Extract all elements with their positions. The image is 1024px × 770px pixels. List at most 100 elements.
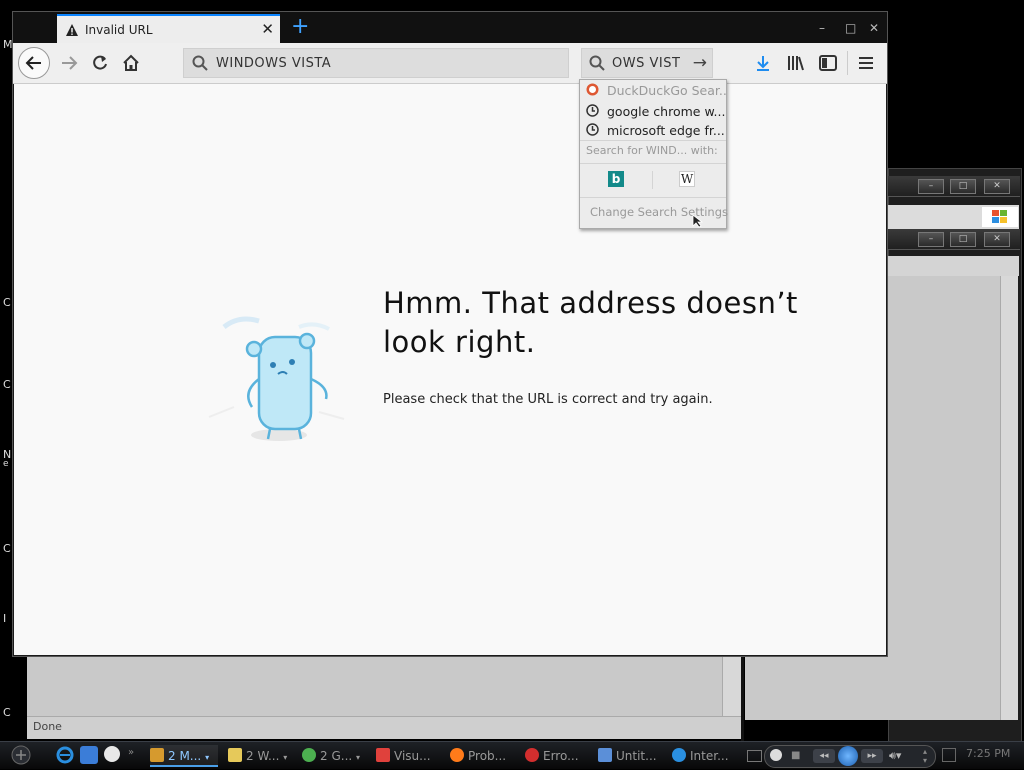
- suggestion-item[interactable]: DuckDuckGo Sear...: [580, 81, 726, 100]
- forward-arrow-icon: [62, 56, 78, 70]
- taskbar-item-label: 2 M...: [168, 749, 202, 763]
- background-window-titlebar[interactable]: – □ ✕: [888, 229, 1020, 250]
- close-button[interactable]: ✕: [984, 232, 1010, 247]
- background-window-titlebar[interactable]: – □ ✕: [888, 176, 1020, 197]
- back-button[interactable]: [18, 47, 50, 79]
- reload-button[interactable]: [86, 49, 114, 77]
- suggestion-item[interactable]: google chrome w...: [580, 102, 726, 121]
- taskbar-item[interactable]: Inter...: [672, 745, 742, 767]
- search-icon: [589, 55, 605, 71]
- tab-close-icon[interactable]: ✕: [261, 20, 274, 38]
- previous-icon[interactable]: ◂◂: [813, 749, 835, 763]
- plus-icon[interactable]: +: [291, 15, 309, 39]
- opera-icon: [525, 748, 539, 762]
- desktop-icon-label: C: [3, 542, 11, 555]
- suggestion-item[interactable]: microsoft edge fr...: [580, 121, 726, 140]
- navigation-toolbar: WINDOWS VISTA OWS VIST →: [13, 43, 887, 84]
- hamburger-menu-icon: [859, 57, 873, 69]
- bing-engine-button[interactable]: b: [608, 171, 624, 187]
- stop-icon[interactable]: ■: [791, 750, 800, 761]
- chevron-right-icon[interactable]: »: [128, 747, 134, 758]
- change-search-settings-button[interactable]: Change Search Settings: [590, 205, 728, 219]
- show-desktop-icon[interactable]: [80, 746, 98, 764]
- separator: [580, 163, 726, 164]
- suggestion-label: microsoft edge fr...: [607, 123, 725, 138]
- error-illustration: [208, 316, 345, 441]
- search-bar[interactable]: OWS VIST →: [581, 48, 713, 78]
- taskbar-item-label: Untit...: [616, 749, 657, 763]
- maximize-button[interactable]: □: [845, 21, 856, 35]
- ie-icon: [672, 748, 686, 762]
- close-button[interactable]: ✕: [869, 21, 879, 35]
- keyboard-icon[interactable]: [747, 750, 762, 762]
- media-player-icon[interactable]: [770, 749, 782, 761]
- browser-window: Invalid URL ✕ + – □ ✕ WINDOWS VISTA OWS …: [12, 11, 888, 657]
- next-icon[interactable]: ▸▸: [861, 749, 883, 763]
- close-button[interactable]: ✕: [984, 179, 1010, 194]
- sidebar-button[interactable]: [815, 49, 841, 77]
- background-window-toolbar: [888, 256, 1019, 276]
- taskbar-item[interactable]: 2 G... ▾: [302, 745, 366, 767]
- wikipedia-icon: W: [680, 172, 694, 186]
- start-button[interactable]: [6, 744, 36, 766]
- taskbar-item[interactable]: 2 M... ▾: [150, 745, 218, 767]
- desktop-icon-label: C: [3, 296, 11, 309]
- status-text: Done: [33, 720, 62, 733]
- minimize-button[interactable]: –: [819, 21, 825, 35]
- library-button[interactable]: [783, 49, 809, 77]
- scrollbar[interactable]: [1000, 657, 1018, 720]
- taskbar-item[interactable]: Untit...: [598, 745, 668, 767]
- minimize-button[interactable]: –: [918, 179, 944, 194]
- duckduckgo-icon: [586, 83, 599, 96]
- background-window-addressbar: [888, 205, 1019, 229]
- taskbar-item[interactable]: 2 W... ▾: [228, 745, 294, 767]
- address-bar[interactable]: WINDOWS VISTA: [183, 48, 569, 78]
- history-icon: [586, 123, 599, 136]
- forward-button[interactable]: [55, 49, 83, 77]
- scrollbar[interactable]: [722, 657, 742, 717]
- bing-icon: b: [611, 172, 621, 186]
- taskbar: » 2 M... ▾ 2 W... ▾ 2 G... ▾ Visu... Pro…: [0, 741, 1024, 769]
- downloads-button[interactable]: [750, 49, 776, 77]
- restore-icon[interactable]: ▴ ▾: [923, 747, 927, 765]
- taskbar-item[interactable]: Visu...: [376, 745, 446, 767]
- tab-invalid-url[interactable]: Invalid URL ✕: [57, 14, 280, 43]
- background-window-content: [27, 657, 741, 717]
- taskbar-item[interactable]: Erro...: [525, 745, 595, 767]
- separator: [580, 197, 726, 198]
- ie-quicklaunch-icon[interactable]: [56, 746, 74, 764]
- home-icon: [123, 54, 139, 71]
- folder-icon: [228, 748, 242, 762]
- taskbar-item[interactable]: Prob...: [450, 745, 520, 767]
- maximize-button[interactable]: □: [950, 232, 976, 247]
- clock[interactable]: 7:25 PM: [966, 747, 1010, 760]
- search-input[interactable]: OWS VIST: [612, 56, 680, 71]
- search-icon: [192, 55, 208, 71]
- media-player-toolbar: ■ ◂◂ ▸▸ 🔊︎▾ ▴ ▾: [764, 745, 936, 768]
- notepad-icon: [598, 748, 612, 762]
- tab-title: Invalid URL: [85, 23, 153, 37]
- desktop-icon-label: I: [3, 612, 7, 625]
- scrollbar[interactable]: [1000, 276, 1018, 718]
- play-icon[interactable]: [838, 746, 858, 766]
- windows-flag-icon: [982, 207, 1018, 227]
- minimize-button[interactable]: –: [918, 232, 944, 247]
- toolbar-separator: [847, 51, 848, 75]
- start-orb-icon: [11, 745, 31, 765]
- taskbar-item-label: Prob...: [468, 749, 507, 763]
- tray-icon[interactable]: [942, 748, 956, 762]
- maximize-button[interactable]: □: [950, 179, 976, 194]
- history-icon: [586, 104, 599, 117]
- wikipedia-engine-button[interactable]: W: [679, 171, 695, 187]
- background-window-content: [745, 657, 1000, 720]
- home-button[interactable]: [117, 49, 145, 77]
- media-player-quicklaunch-icon[interactable]: [104, 746, 120, 762]
- suggestion-label: google chrome w...: [607, 104, 726, 119]
- window-divider: [741, 657, 744, 741]
- address-input[interactable]: WINDOWS VISTA: [216, 56, 331, 71]
- go-arrow-icon[interactable]: →: [693, 53, 707, 73]
- tab-strip: Invalid URL ✕ + – □ ✕: [13, 12, 887, 43]
- menu-button[interactable]: [853, 49, 879, 77]
- library-icon: [788, 56, 804, 71]
- volume-icon[interactable]: 🔊︎▾: [889, 749, 901, 763]
